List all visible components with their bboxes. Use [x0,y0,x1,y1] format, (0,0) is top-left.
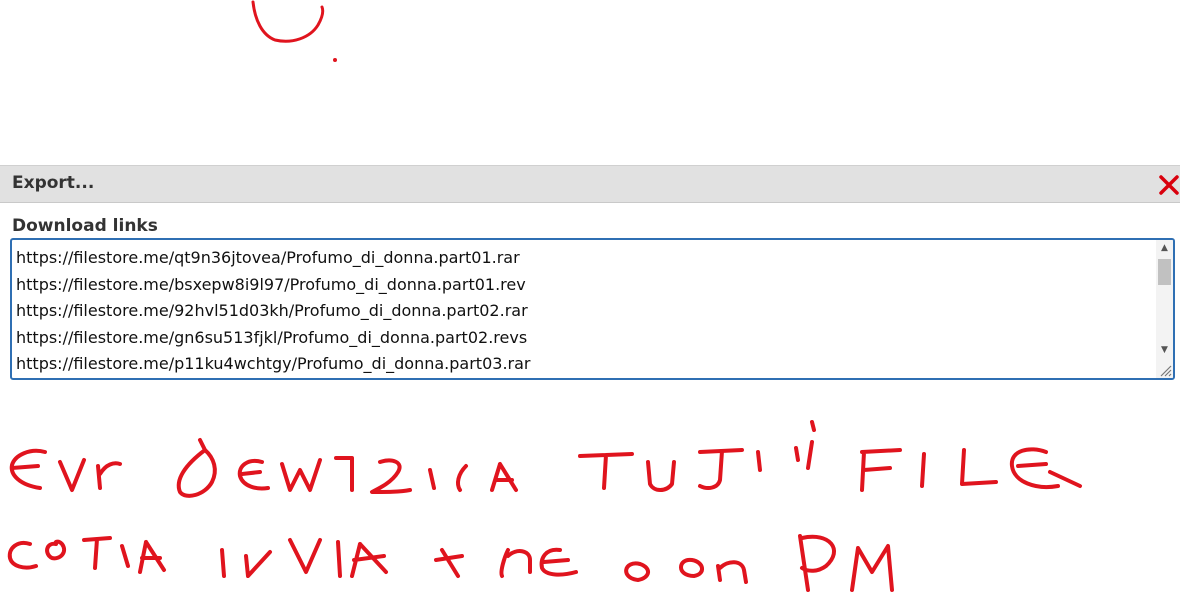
close-icon [1159,175,1179,195]
link-line: https://filestore.me/p11ku4wchtgy/Profum… [16,354,531,373]
dialog-title: Export... [12,173,95,193]
scroll-thumb[interactable] [1158,259,1171,285]
link-line: https://filestore.me/gn6su513fjkl/Profum… [16,327,528,347]
scroll-down-icon[interactable]: ▼ [1156,342,1173,359]
resize-grip-icon[interactable] [1158,363,1172,377]
link-line: https://filestore.me/bsxepw8i9l97/Profum… [16,274,526,294]
export-dialog-header: Export... [0,165,1180,203]
link-line: https://filestore.me/qt9n36jtovea/Profum… [16,248,520,267]
links-list: https://filestore.me/qt9n36jtovea/Profum… [16,245,530,378]
scroll-up-icon[interactable]: ▲ [1156,240,1173,257]
handwritten-annotation-bottom [7,420,1082,592]
handwritten-annotation-top [251,0,337,62]
download-links-textarea[interactable]: https://filestore.me/qt9n36jtovea/Profum… [10,238,1175,380]
vertical-scrollbar[interactable]: ▲ ▼ [1156,240,1173,378]
download-links-label: Download links [12,216,158,236]
link-line: https://filestore.me/92hvl51d03kh/Profum… [16,301,528,320]
close-button[interactable] [1156,169,1180,199]
